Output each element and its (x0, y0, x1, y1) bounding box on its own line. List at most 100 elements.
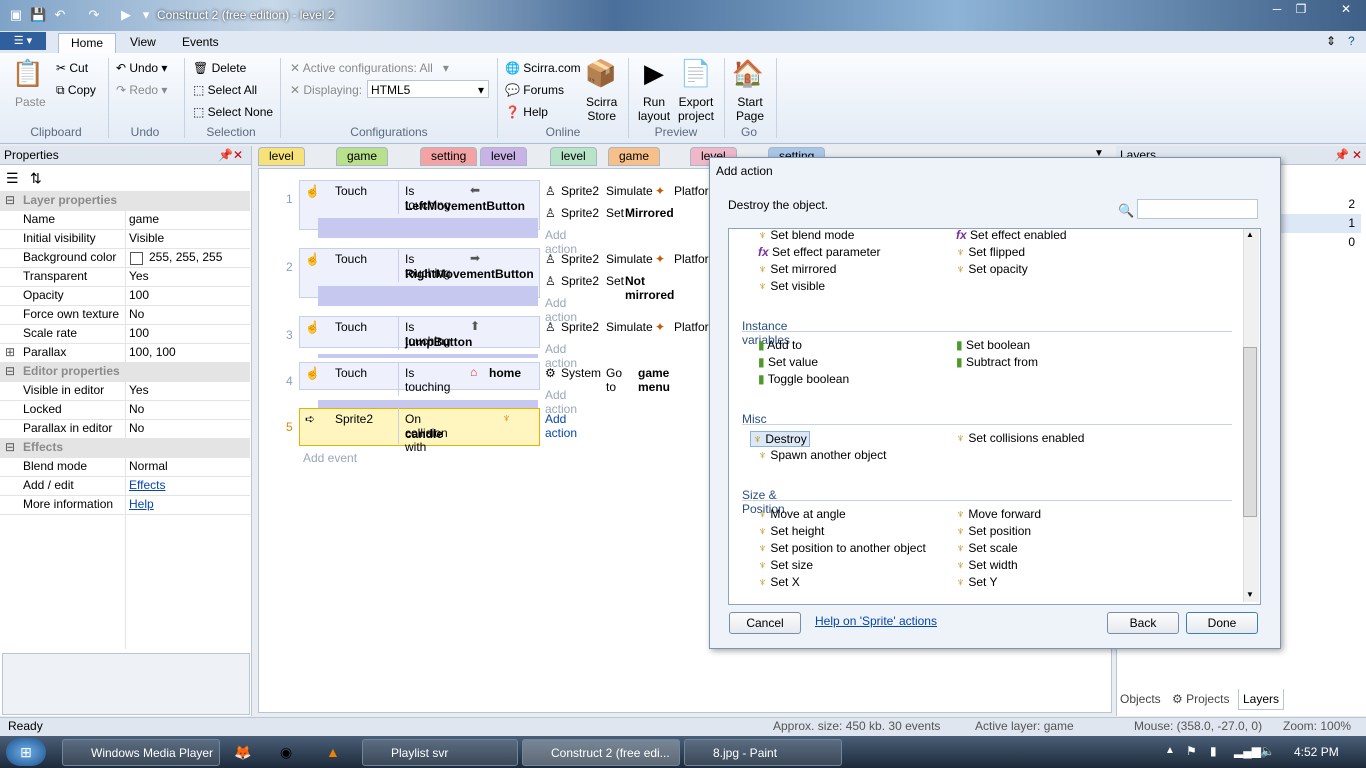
action-item[interactable]: ♆ Set position (956, 524, 1031, 538)
cancel-button[interactable]: Cancel (729, 612, 801, 634)
property-value[interactable]: game (129, 210, 159, 229)
start-page-button[interactable]: Start Page (736, 95, 764, 123)
action-text[interactable]: Simulate (606, 320, 653, 334)
property-value[interactable]: 100 (129, 324, 149, 343)
run-layout-button[interactable]: Run layout (638, 95, 670, 123)
action-text[interactable]: Go to (606, 366, 622, 394)
tab-home[interactable]: Home (58, 33, 117, 53)
taskbar-playlist[interactable]: Playlist svr (362, 739, 518, 766)
layer-row[interactable]: 0 (1279, 233, 1361, 252)
help-on-sprite-actions-link[interactable]: Help on 'Sprite' actions (815, 614, 937, 628)
volume-icon[interactable]: 🔈 (1260, 744, 1275, 758)
property-row[interactable]: Visible in editor Yes (0, 381, 250, 401)
event-sheet-tab[interactable]: setting (420, 147, 478, 166)
action-text[interactable]: Set (606, 206, 624, 220)
action-item[interactable]: fx Set effect parameter (758, 245, 881, 259)
maximize-button[interactable]: ❐ (1290, 2, 1312, 16)
tab-layers[interactable]: Layers (1238, 689, 1284, 710)
action-item[interactable]: ♆ Set flipped (956, 245, 1025, 259)
action-item[interactable]: ♆ Set blend mode (758, 228, 854, 242)
forums-link[interactable]: 💬 Forums (505, 83, 564, 97)
scirra-store-button[interactable]: Scirra Store (586, 95, 617, 123)
property-value[interactable]: Visible (129, 229, 164, 248)
action-object[interactable]: Sprite2 (561, 274, 599, 288)
action-item[interactable]: ♆ Set collisions enabled (956, 431, 1084, 445)
displaying-select[interactable]: HTML5 ▾ (367, 80, 489, 98)
undo-button[interactable]: ↶ Undo ▾ (116, 61, 167, 75)
action-item[interactable]: ♆ Move forward (956, 507, 1041, 521)
add-event-link[interactable]: Add event (303, 451, 357, 465)
home-icon[interactable]: 🏠 (728, 58, 768, 89)
action-center-icon[interactable]: ⚑ (1186, 744, 1197, 758)
copy-button[interactable]: ⧉ Copy (56, 83, 96, 98)
action-object[interactable]: Sprite2 (561, 320, 599, 334)
property-row[interactable]: Blend mode Normal (0, 457, 250, 477)
scrollbar-thumb[interactable] (1243, 347, 1257, 517)
property-value[interactable]: Normal (129, 457, 168, 476)
collapse-icon[interactable]: ⊟ (5, 438, 15, 457)
tab-view[interactable]: View (118, 33, 168, 52)
export-project-button[interactable]: Export project (678, 95, 714, 123)
action-item[interactable]: ♆ Set Y (956, 575, 997, 589)
action-item[interactable]: ♆ Set width (956, 558, 1018, 572)
tray-expand-icon[interactable]: ▲ (1165, 745, 1175, 756)
battery-icon[interactable]: ▮ (1210, 744, 1217, 758)
property-value[interactable]: Yes (129, 381, 149, 400)
network-icon[interactable]: ▂▄▆ (1234, 744, 1261, 758)
taskbar-construct2[interactable]: Construct 2 (free edi... (522, 739, 680, 766)
help-icon[interactable]: ? (1348, 34, 1355, 48)
file-menu-button[interactable]: ☰ ▾ (0, 32, 46, 50)
app-icon[interactable]: ▣ (8, 7, 24, 23)
property-row[interactable]: Add / edit Effects (0, 476, 250, 496)
categorized-icon[interactable]: ☰ (6, 170, 19, 187)
property-value[interactable]: 100 (129, 286, 149, 305)
property-row[interactable]: Scale rate 100 (0, 324, 250, 344)
action-item[interactable]: ♆ Set visible (758, 279, 825, 293)
taskbar-windows-media-player[interactable]: Windows Media Player (62, 739, 220, 766)
action-item[interactable]: ♆ Set size (758, 558, 813, 572)
action-item[interactable]: ▮ Set value (758, 355, 818, 369)
layer-row[interactable]: 2 (1279, 195, 1361, 214)
collapse-icon[interactable]: ⊟ (5, 191, 15, 210)
action-text[interactable]: Simulate (606, 252, 653, 266)
delete-button[interactable]: 🗑 Delete (193, 61, 246, 75)
action-item[interactable]: ♆ Spawn another object (758, 448, 886, 462)
redo-button[interactable]: ↷ Redo ▾ (116, 83, 167, 97)
active-configurations-dropdown[interactable]: ✕ Active configurations: All ▾ (290, 61, 449, 75)
scirra-link[interactable]: 🌐 Scirra.com (505, 61, 581, 75)
paste-button[interactable]: Paste (15, 95, 46, 109)
property-value[interactable]: 100, 100 (129, 343, 176, 362)
property-row[interactable]: ⊞ Parallax 100, 100 (0, 343, 250, 363)
property-value[interactable]: No (129, 400, 144, 419)
paste-icon[interactable]: 📋 (8, 58, 48, 89)
action-param[interactable]: Platfor (674, 320, 709, 334)
property-row[interactable]: Initial visibility Visible (0, 229, 250, 249)
action-object[interactable]: System (561, 366, 601, 380)
start-button[interactable]: ⊞ (6, 738, 46, 766)
property-row[interactable]: Force own texture No (0, 305, 250, 325)
collapse-icon[interactable]: ⊟ (5, 362, 15, 381)
firefox-icon[interactable]: 🦊 (234, 744, 251, 761)
property-link[interactable]: Help (129, 495, 154, 514)
event-sheet-tab[interactable]: level 1 (258, 147, 305, 180)
action-param[interactable]: Platfor (674, 184, 709, 198)
property-row[interactable]: More information Help (0, 495, 250, 515)
action-param[interactable]: Not mirrored (625, 274, 674, 302)
event-sheet-tab[interactable]: level 2 (480, 147, 527, 180)
search-input[interactable] (1137, 199, 1258, 219)
tab-events[interactable]: Events (170, 33, 231, 52)
event-sheet-tab[interactable]: game menu (608, 147, 661, 180)
property-value[interactable]: No (129, 305, 144, 324)
taskbar-paint[interactable]: 8.jpg - Paint (684, 739, 842, 766)
customize-qat-icon[interactable]: ▾ (138, 7, 154, 23)
run-icon[interactable]: ▶ (118, 7, 134, 23)
scroll-down-icon[interactable]: ▼ (1246, 590, 1254, 599)
property-value[interactable]: 255, 255, 255 (149, 248, 222, 267)
done-button[interactable]: Done (1186, 612, 1258, 634)
run-layout-icon[interactable]: ▶ (634, 58, 674, 89)
action-item[interactable]: ♆ Set height (758, 524, 824, 538)
close-button[interactable]: ✕ (1328, 2, 1364, 16)
property-row[interactable]: Background color 255, 255, 255 (0, 248, 250, 268)
add-action-link[interactable]: Add action (545, 412, 577, 440)
property-link[interactable]: Effects (129, 476, 165, 495)
